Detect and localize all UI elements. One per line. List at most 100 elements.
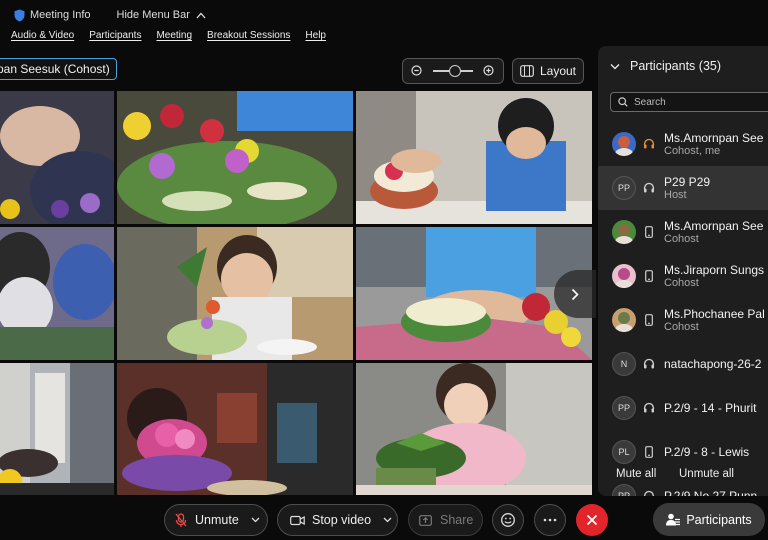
headset-icon — [642, 358, 656, 370]
video-feed-image — [117, 227, 353, 360]
avatar-photo — [612, 264, 636, 288]
participant-info: P29 P29 Host — [664, 175, 710, 202]
video-tile-5[interactable] — [117, 227, 353, 360]
participant-search-input[interactable]: Search — [610, 92, 768, 112]
avatar-initials: PP — [612, 176, 636, 200]
layout-label: Layout — [539, 64, 577, 78]
zoom-slider[interactable] — [433, 65, 473, 77]
menu-help[interactable]: Help — [305, 30, 326, 46]
unmute-all-button[interactable]: Unmute all — [679, 468, 734, 480]
video-camera-icon — [290, 515, 305, 525]
video-feed-image — [0, 363, 114, 495]
menu-audio-video[interactable]: Audio & Video — [11, 30, 74, 46]
zoom-slider-knob[interactable] — [449, 65, 461, 77]
video-tile-4[interactable] — [0, 227, 114, 360]
participant-name: Ms.Phochanee Pal — [664, 306, 765, 321]
video-tile-3[interactable] — [356, 91, 592, 224]
participants-panel: Participants (35) Search Ms.Amornpan See… — [598, 46, 768, 496]
leave-meeting-button[interactable] — [576, 504, 608, 536]
participant-info: Ms.Phochanee Pal Cohost — [664, 307, 765, 334]
avatar-initials: PL — [612, 440, 636, 464]
video-feed-image — [117, 363, 353, 495]
participant-row[interactable]: Ms.Jiraporn Sungs Cohost — [598, 254, 768, 298]
participant-row[interactable]: Ms.Phochanee Pal Cohost — [598, 298, 768, 342]
chevron-up-icon — [196, 12, 206, 18]
video-tile-9[interactable] — [356, 363, 592, 495]
reactions-button[interactable] — [492, 504, 524, 536]
menu-meeting[interactable]: Meeting — [156, 30, 192, 46]
participants-button-label: Participants — [686, 512, 752, 527]
avatar-initials: PP — [612, 396, 636, 420]
avatar-photo — [612, 132, 636, 156]
participant-name: Ms.Jiraporn Sungs — [664, 262, 765, 277]
participant-name: P.2/9 - 8 - Lewis — [664, 445, 750, 459]
panel-footer: Mute all Unmute all — [598, 464, 768, 486]
close-icon — [586, 514, 598, 526]
participant-row[interactable]: PP P.2/9 - 14 - Phurit — [598, 386, 768, 430]
share-button[interactable]: Share — [408, 504, 483, 536]
more-options-button[interactable] — [534, 504, 566, 536]
meeting-info-button[interactable]: Meeting Info — [14, 9, 91, 22]
participant-row[interactable]: Nnatachapong-26-2 — [598, 342, 768, 386]
layout-button[interactable]: Layout — [512, 58, 584, 84]
hide-menu-bar-button[interactable]: Hide Menu Bar — [117, 9, 206, 21]
video-tile-2[interactable] — [117, 91, 353, 224]
participant-row[interactable]: Ms.Amornpan See Cohost — [598, 210, 768, 254]
participant-name: P29 P29 — [664, 174, 711, 189]
hide-menu-bar-label: Hide Menu Bar — [116, 9, 190, 21]
menu-participants[interactable]: Participants — [89, 30, 141, 46]
participant-info: Ms.Amornpan See Cohost — [664, 219, 763, 246]
participant-info: Ms.Amornpan See Cohost, me — [664, 131, 763, 158]
participant-row[interactable]: Ms.Amornpan See Cohost, me — [598, 122, 768, 166]
headset-icon — [642, 182, 656, 194]
participants-icon — [666, 513, 681, 526]
participant-role: Cohost — [664, 320, 699, 333]
video-tile-7[interactable] — [0, 363, 114, 495]
zoom-out-icon[interactable] — [411, 65, 423, 77]
participant-name: Ms.Amornpan See — [664, 218, 764, 233]
avatar-photo — [612, 220, 636, 244]
chevron-down-icon[interactable] — [383, 517, 392, 523]
share-screen-icon — [419, 514, 432, 526]
active-speaker-name: pan Seesuk (Cohost) — [0, 62, 110, 76]
share-label: Share — [440, 513, 474, 527]
video-feed-image — [356, 91, 592, 224]
mic-muted-icon — [175, 512, 187, 527]
avatar-initials: N — [612, 352, 636, 376]
chevron-down-icon[interactable] — [251, 517, 260, 523]
stop-video-button[interactable]: Stop video — [277, 504, 398, 536]
participants-button[interactable]: Participants — [653, 503, 765, 536]
layout-icon — [520, 65, 534, 77]
headset-icon — [642, 490, 656, 496]
next-page-button[interactable] — [554, 270, 596, 318]
active-speaker-label: pan Seesuk (Cohost) — [0, 58, 117, 80]
chevron-right-icon — [571, 288, 579, 300]
zoom-control — [402, 58, 504, 84]
title-bar: Meeting Info Hide Menu Bar — [0, 0, 768, 30]
panel-header: Participants (35) — [598, 46, 768, 86]
participant-row[interactable]: PP P29 P29 Host — [598, 166, 768, 210]
video-tile-1[interactable] — [0, 91, 114, 224]
emoji-icon — [501, 513, 515, 527]
unmute-label: Unmute — [195, 513, 239, 527]
headset-icon — [642, 402, 656, 414]
chevron-down-icon[interactable] — [610, 63, 620, 70]
video-grid — [0, 91, 595, 497]
control-bar: Unmute Stop video Share Participants — [0, 498, 768, 540]
search-icon — [618, 97, 628, 107]
participant-info: P.2/9 - 8 - Lewis — [664, 445, 749, 459]
participant-role: Cohost — [664, 232, 699, 245]
menu-breakout-sessions[interactable]: Breakout Sessions — [207, 30, 290, 46]
avatar-photo — [612, 308, 636, 332]
video-feed-image — [0, 91, 114, 224]
unmute-button[interactable]: Unmute — [164, 504, 268, 536]
video-tile-8[interactable] — [117, 363, 353, 495]
participant-name: Ms.Amornpan See — [664, 130, 764, 145]
menu-bar: Audio & Video Participants Meeting Break… — [0, 30, 330, 46]
shield-icon — [14, 9, 25, 21]
zoom-in-icon[interactable] — [483, 65, 495, 77]
participant-info: Ms.Jiraporn Sungs Cohost — [664, 263, 764, 290]
phone-icon — [642, 314, 656, 326]
participant-name: natachapong-26-2 — [664, 357, 762, 371]
mute-all-button[interactable]: Mute all — [616, 468, 656, 480]
